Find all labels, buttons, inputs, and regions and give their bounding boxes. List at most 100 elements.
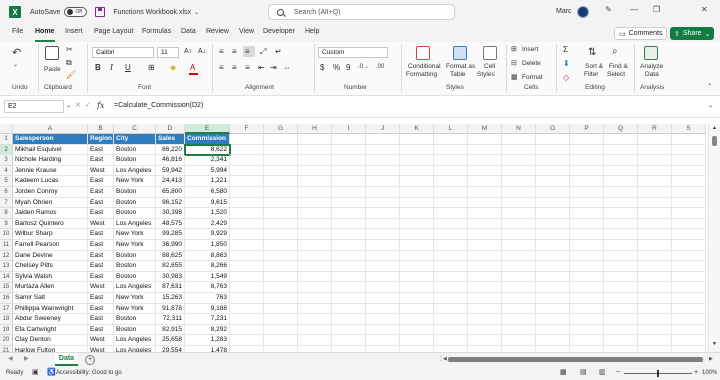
column-header-n[interactable]: N [502, 124, 536, 134]
table-cell[interactable]: Mikhail Esquivel [13, 144, 88, 156]
empty-cell[interactable] [298, 134, 332, 145]
empty-cell[interactable] [230, 240, 264, 251]
empty-cell[interactable] [468, 271, 502, 283]
table-cell[interactable]: 87,631 [156, 282, 185, 293]
empty-cell[interactable] [230, 134, 264, 145]
select-all-corner[interactable] [0, 124, 13, 134]
table-cell[interactable]: 65,800 [156, 187, 185, 198]
empty-cell[interactable] [638, 197, 672, 209]
empty-cell[interactable] [638, 229, 672, 240]
empty-cell[interactable] [366, 144, 400, 156]
comma-style-icon[interactable]: 9 [346, 64, 350, 72]
empty-cell[interactable] [570, 176, 604, 187]
table-cell[interactable]: East [88, 229, 114, 240]
empty-cell[interactable] [332, 303, 366, 315]
table-cell[interactable]: 82,655 [156, 261, 185, 272]
tab-data[interactable]: Data [181, 28, 196, 35]
empty-cell[interactable] [638, 165, 672, 177]
empty-cell[interactable] [298, 314, 332, 325]
empty-cell[interactable] [434, 165, 468, 177]
empty-cell[interactable] [298, 282, 332, 293]
delete-cells-icon[interactable]: ⊟ [511, 60, 517, 67]
table-cell[interactable]: Farrell Pearson [13, 240, 88, 251]
page-break-view-icon[interactable]: ▥ [599, 369, 606, 376]
empty-cell[interactable] [536, 144, 570, 156]
empty-cell[interactable] [570, 165, 604, 177]
empty-cell[interactable] [366, 229, 400, 240]
row-header-3[interactable]: 3 [0, 155, 13, 166]
empty-cell[interactable] [638, 144, 672, 156]
table-cell[interactable]: West [88, 335, 114, 346]
column-header-q[interactable]: Q [604, 124, 638, 134]
empty-cell[interactable] [604, 229, 638, 240]
table-cell[interactable]: East [88, 144, 114, 156]
table-cell[interactable]: 86,220 [156, 144, 185, 156]
tab-formulas[interactable]: Formulas [142, 28, 171, 35]
column-header-s[interactable]: S [672, 124, 706, 134]
empty-cell[interactable] [400, 229, 434, 240]
row-header-17[interactable]: 17 [0, 303, 13, 315]
table-cell[interactable]: Los Angeles [114, 335, 156, 346]
font-name-select[interactable]: Calibri [92, 47, 154, 58]
empty-cell[interactable] [672, 229, 706, 240]
empty-cell[interactable] [400, 261, 434, 272]
align-left-icon[interactable]: ≡ [219, 64, 224, 72]
column-header-f[interactable]: F [230, 124, 264, 134]
empty-cell[interactable] [570, 282, 604, 293]
page-layout-view-icon[interactable]: ▤ [580, 369, 587, 376]
table-cell[interactable]: 59,942 [156, 165, 185, 177]
delete-cells-label[interactable]: Delete [522, 60, 541, 67]
empty-cell[interactable] [536, 187, 570, 198]
empty-cell[interactable] [366, 271, 400, 283]
table-cell[interactable]: 9,929 [185, 229, 230, 240]
paste-label[interactable]: Paste [44, 66, 61, 73]
table-cell[interactable]: Boston [114, 208, 156, 219]
table-cell[interactable]: Bartosz Quintero [13, 218, 88, 230]
clear-icon[interactable]: ◇ [563, 74, 569, 82]
empty-cell[interactable] [434, 282, 468, 293]
empty-cell[interactable] [570, 324, 604, 336]
empty-cell[interactable] [332, 197, 366, 209]
orientation-icon[interactable]: ⤢ [260, 48, 266, 56]
empty-cell[interactable] [604, 165, 638, 177]
table-cell[interactable]: 91,878 [156, 303, 185, 315]
table-cell[interactable]: 2,429 [185, 218, 230, 230]
table-cell[interactable]: Murtaza Allen [13, 282, 88, 293]
empty-cell[interactable] [332, 271, 366, 283]
empty-cell[interactable] [230, 229, 264, 240]
cell-styles-label-2[interactable]: Styles [477, 71, 495, 78]
empty-cell[interactable] [298, 293, 332, 304]
empty-cell[interactable] [638, 250, 672, 262]
empty-cell[interactable] [400, 293, 434, 304]
copy-icon[interactable]: ⧉ [66, 59, 72, 67]
tab-insert[interactable]: Insert [65, 28, 83, 35]
zoom-out-icon[interactable]: − [616, 369, 620, 376]
table-cell[interactable]: 1,221 [185, 176, 230, 187]
table-cell[interactable]: East [88, 271, 114, 283]
empty-cell[interactable] [604, 314, 638, 325]
column-header-d[interactable]: D [156, 124, 185, 134]
tab-developer[interactable]: Developer [263, 28, 295, 35]
zoom-slider-knob[interactable] [657, 370, 659, 377]
zoom-in-icon[interactable]: + [694, 369, 698, 376]
empty-cell[interactable] [502, 303, 536, 315]
expand-formula-bar-icon[interactable]: ⌄ [708, 103, 713, 109]
empty-cell[interactable] [536, 208, 570, 219]
conditional-formatting-label-2[interactable]: Formatting [406, 71, 437, 78]
cancel-entry-icon[interactable]: ✕ [75, 102, 81, 109]
empty-cell[interactable] [400, 187, 434, 198]
empty-cell[interactable] [672, 197, 706, 209]
empty-cell[interactable] [468, 314, 502, 325]
empty-cell[interactable] [298, 229, 332, 240]
column-header-c[interactable]: C [114, 124, 156, 134]
accounting-format-icon[interactable]: $ [320, 64, 324, 72]
table-cell[interactable]: East [88, 303, 114, 315]
table-header-cell[interactable]: Sales [156, 134, 185, 145]
empty-cell[interactable] [230, 250, 264, 262]
empty-cell[interactable] [536, 314, 570, 325]
empty-cell[interactable] [434, 187, 468, 198]
table-cell[interactable]: Dane Devine [13, 250, 88, 262]
empty-cell[interactable] [230, 144, 264, 156]
table-cell[interactable]: 82,915 [156, 324, 185, 336]
empty-cell[interactable] [604, 218, 638, 230]
